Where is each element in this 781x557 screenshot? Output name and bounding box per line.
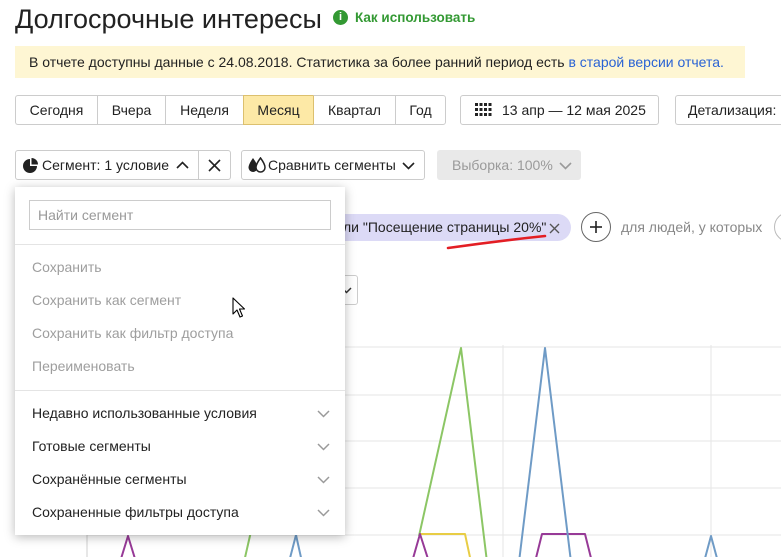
menu-item-save[interactable]: Сохранить xyxy=(15,251,345,284)
chart-line-blue xyxy=(518,347,572,557)
menu-section-label: Сохраненные фильтры доступа xyxy=(32,504,239,520)
chart-line-purple xyxy=(120,535,136,557)
menu-divider xyxy=(15,390,345,391)
menu-section-saved-segments[interactable]: Сохранённые сегменты xyxy=(15,463,345,496)
menu-divider xyxy=(15,244,345,245)
condition-chip-label: ли "Посещение страницы 20%" xyxy=(343,219,547,235)
next-condition-button[interactable] xyxy=(774,212,781,242)
menu-item-rename[interactable]: Переименовать xyxy=(15,350,345,383)
chevron-down-icon xyxy=(317,443,330,451)
menu-section-ready-segments[interactable]: Готовые сегменты xyxy=(15,430,345,463)
chevron-down-icon xyxy=(317,476,330,484)
add-condition-button[interactable] xyxy=(581,212,611,242)
menu-item-save-as-segment[interactable]: Сохранить как сегмент xyxy=(15,284,345,317)
segment-condition-chip[interactable]: ли "Посещение страницы 20%" xyxy=(320,214,571,241)
menu-section-label: Недавно использованные условия xyxy=(32,405,257,421)
condition-suffix: для людей, у которых xyxy=(621,219,763,235)
menu-section-saved-access-filters[interactable]: Сохраненные фильтры доступа xyxy=(15,496,345,529)
segment-menu: Сохранить Сохранить как сегмент Сохранит… xyxy=(15,187,345,535)
chevron-down-icon xyxy=(317,509,330,517)
menu-item-save-as-access-filter[interactable]: Сохранить как фильтр доступа xyxy=(15,317,345,350)
menu-section-label: Сохранённые сегменты xyxy=(32,471,187,487)
segment-search-input[interactable] xyxy=(29,200,331,230)
chart-line-green xyxy=(418,347,488,557)
chart-line-yellow xyxy=(420,533,471,557)
chart-line-purple xyxy=(412,533,429,557)
menu-section-recent-conditions[interactable]: Недавно использованные условия xyxy=(15,397,345,430)
close-icon[interactable] xyxy=(549,223,560,234)
chart-line-blue xyxy=(289,534,302,557)
plus-icon xyxy=(590,221,602,233)
menu-section-label: Готовые сегменты xyxy=(32,438,151,454)
chart-line-purple xyxy=(535,533,592,557)
chevron-down-icon xyxy=(317,410,330,418)
round-button[interactable] xyxy=(774,212,781,242)
